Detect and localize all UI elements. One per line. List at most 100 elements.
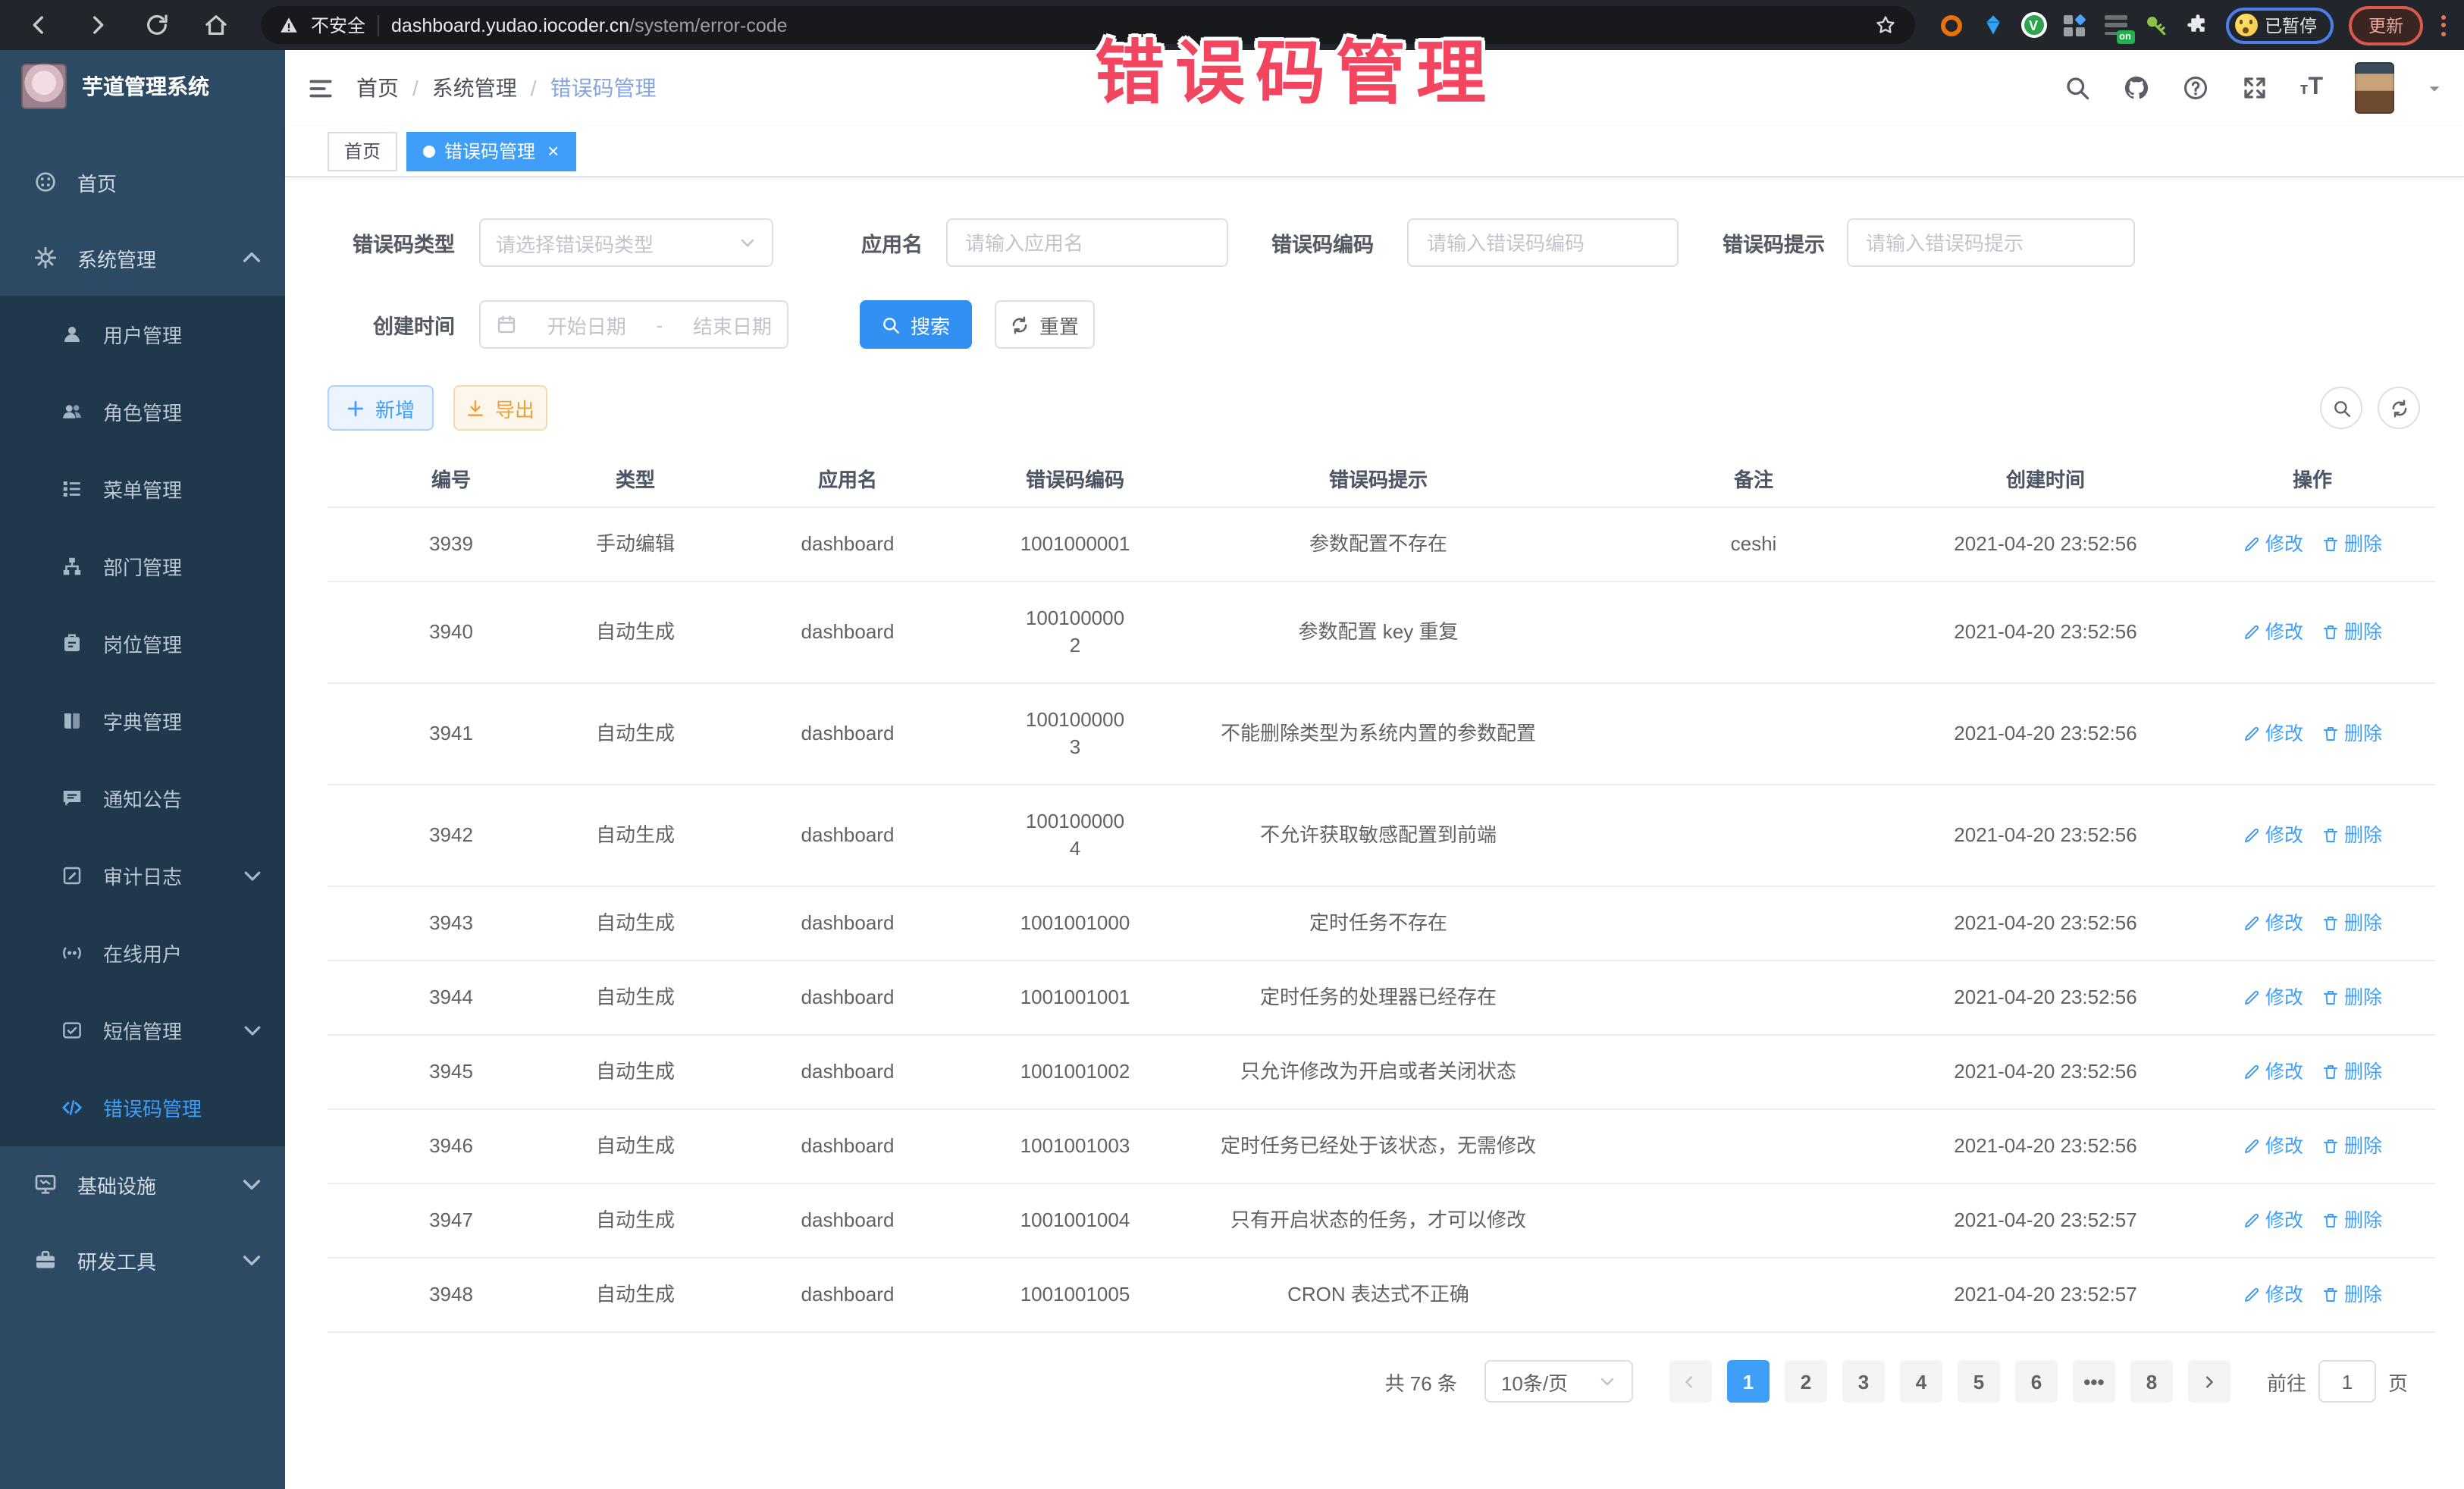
page-size-select[interactable]: 10条/页 (1484, 1360, 1633, 1403)
next-page-button[interactable] (2188, 1360, 2230, 1403)
sidebar-item-sms[interactable]: 短信管理 (0, 992, 285, 1069)
edit-link[interactable]: 修改 (2243, 1058, 2303, 1086)
delete-link[interactable]: 删除 (2321, 1207, 2382, 1234)
sidebar-item-list[interactable]: 菜单管理 (0, 450, 285, 528)
delete-link[interactable]: 删除 (2321, 822, 2382, 849)
help-icon[interactable] (2182, 74, 2209, 102)
font-size-icon[interactable]: тT (2300, 76, 2323, 100)
sidebar-item-tool[interactable]: 研发工具 (0, 1222, 285, 1298)
error-tip-input[interactable] (1846, 218, 2134, 267)
edit-link[interactable]: 修改 (2243, 822, 2303, 849)
page-button[interactable]: 8 (2130, 1360, 2173, 1403)
header-search-icon[interactable] (2064, 74, 2091, 102)
active-tab-dot-icon (423, 145, 435, 157)
date-range-picker[interactable]: 开始日期 - 结束日期 (479, 300, 788, 349)
goto-suffix: 页 (2388, 1367, 2408, 1396)
sidebar-item-gear[interactable]: 系统管理 (0, 220, 285, 296)
edit-link[interactable]: 修改 (2243, 984, 2303, 1011)
app-logo-row[interactable]: 芋道管理系统 (0, 50, 285, 123)
edit-link[interactable]: 修改 (2243, 1281, 2303, 1309)
page-button[interactable]: 4 (1900, 1360, 1942, 1403)
sidebar-item-monitor[interactable]: 基础设施 (0, 1146, 285, 1222)
row-create-time: 2021-04-20 23:52:56 (1901, 1110, 2190, 1183)
table-header-cell: 备注 (1606, 455, 1901, 506)
delete-link[interactable]: 删除 (2321, 1281, 2382, 1309)
sidebar-item-tree[interactable]: 部门管理 (0, 528, 285, 605)
address-bar[interactable]: 不安全 dashboard.yudao.iocoder.cn/system/er… (261, 6, 1914, 44)
delete-link[interactable]: 删除 (2321, 984, 2382, 1011)
error-tip-label: 错误码提示 (1723, 227, 1825, 258)
browser-back-icon[interactable] (26, 12, 52, 38)
delete-link[interactable]: 删除 (2321, 720, 2382, 748)
goto-page-input[interactable] (2318, 1360, 2376, 1403)
sidebar-item-code[interactable]: 错误码管理 (0, 1069, 285, 1146)
sidebar-item-online[interactable]: 在线用户 (0, 914, 285, 992)
extension-green-v-icon[interactable]: V (2020, 12, 2046, 38)
table-header-cell: 错误码编码 (999, 455, 1151, 506)
sidebar-item-user[interactable]: 用户管理 (0, 296, 285, 373)
github-icon[interactable] (2123, 74, 2150, 102)
app-name-input[interactable] (945, 218, 1227, 267)
table-header-cell: 编号 (328, 455, 575, 506)
add-button[interactable]: 新增 (328, 385, 434, 431)
fullscreen-icon[interactable] (2241, 74, 2268, 102)
edit-link[interactable]: 修改 (2243, 720, 2303, 748)
reset-button[interactable]: 重置 (995, 300, 1095, 349)
breadcrumb-item[interactable]: 系统管理 (432, 73, 517, 103)
edit-link[interactable]: 修改 (2243, 910, 2303, 937)
chevron-left-icon (1682, 1373, 1699, 1390)
tab-error-code[interactable]: 错误码管理× (406, 131, 575, 171)
edit-link[interactable]: 修改 (2243, 1207, 2303, 1234)
show-search-toggle-button[interactable] (2320, 387, 2362, 429)
delete-link[interactable]: 删除 (2321, 1058, 2382, 1086)
profile-paused-chip[interactable]: 已暂停 (2225, 7, 2334, 43)
tab-home[interactable]: 首页 (328, 131, 397, 171)
error-code-input[interactable] (1407, 218, 1679, 267)
pager-more[interactable]: ••• (2073, 1360, 2115, 1403)
export-button[interactable]: 导出 (453, 385, 547, 431)
bookmark-star-icon[interactable] (1873, 14, 1896, 36)
extension-list-on-icon[interactable]: on (2102, 12, 2128, 38)
delete-link[interactable]: 删除 (2321, 910, 2382, 937)
prev-page-button[interactable] (1669, 1360, 1712, 1403)
page-button[interactable]: 5 (1958, 1360, 2000, 1403)
page-button[interactable]: 1 (1727, 1360, 1770, 1403)
search-button[interactable]: 搜索 (860, 300, 972, 349)
user-avatar[interactable] (2355, 62, 2394, 114)
sidebar-item-book[interactable]: 字典管理 (0, 682, 285, 760)
extension-grid-icon[interactable] (2061, 12, 2087, 38)
sidebar-item-users[interactable]: 角色管理 (0, 373, 285, 450)
avatar-caret-down-icon[interactable] (2426, 80, 2443, 96)
delete-link[interactable]: 删除 (2321, 531, 2382, 558)
hamburger-icon[interactable] (306, 74, 335, 102)
edit-link[interactable]: 修改 (2243, 1133, 2303, 1160)
tab-close-icon[interactable]: × (547, 141, 559, 161)
browser-menu-icon[interactable] (2441, 14, 2446, 36)
delete-link[interactable]: 删除 (2321, 619, 2382, 646)
extension-blue-gem-icon[interactable] (1980, 12, 2005, 38)
browser-home-icon[interactable] (203, 12, 229, 38)
browser-update-button[interactable]: 更新 (2349, 5, 2423, 45)
edit-link[interactable]: 修改 (2243, 619, 2303, 646)
sidebar-item-dash[interactable]: 首页 (0, 144, 285, 220)
extension-key-icon[interactable] (2143, 12, 2169, 38)
extensions-puzzle-icon[interactable] (2184, 12, 2210, 38)
page-button[interactable]: 3 (1842, 1360, 1885, 1403)
refresh-table-button[interactable] (2378, 387, 2420, 429)
row-error-code: 1001000003 (999, 684, 1151, 784)
edit-link[interactable]: 修改 (2243, 531, 2303, 558)
browser-reload-icon[interactable] (144, 12, 170, 38)
browser-forward-icon[interactable] (85, 12, 111, 38)
extension-orange-ring-icon[interactable] (1939, 12, 1964, 38)
delete-link[interactable]: 删除 (2321, 1133, 2382, 1160)
breadcrumb-item[interactable]: 首页 (356, 73, 399, 103)
sidebar-item-chat[interactable]: 通知公告 (0, 760, 285, 837)
row-error-code: 1001001002 (999, 1036, 1151, 1108)
sidebar-item-log[interactable]: 审计日志 (0, 837, 285, 914)
row-error-code: 1001000002 (999, 582, 1151, 682)
row-error-tip: 不允许获取敏感配置到前端 (1151, 799, 1606, 872)
error-type-select[interactable]: 请选择错误码类型 (479, 218, 773, 267)
sidebar-item-badge[interactable]: 岗位管理 (0, 605, 285, 682)
page-button[interactable]: 2 (1785, 1360, 1827, 1403)
page-button[interactable]: 6 (2015, 1360, 2058, 1403)
